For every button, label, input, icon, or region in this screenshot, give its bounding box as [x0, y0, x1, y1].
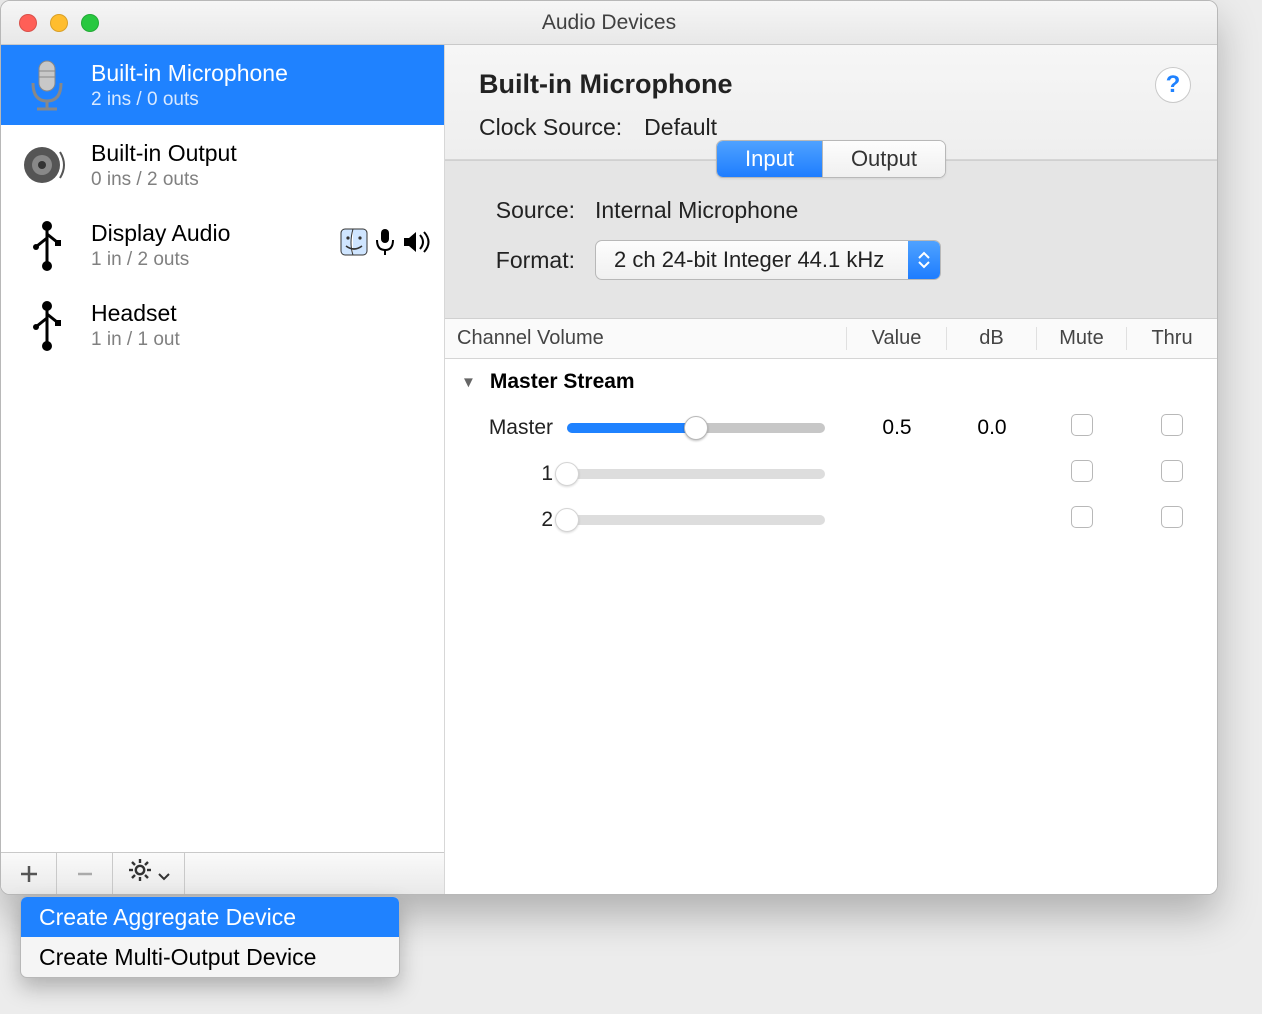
- add-device-popup-menu: Create Aggregate Device Create Multi-Out…: [20, 896, 400, 978]
- add-device-button[interactable]: [1, 853, 57, 894]
- volume-slider-ch2[interactable]: [567, 515, 825, 525]
- help-button[interactable]: ?: [1155, 67, 1191, 103]
- tab-output[interactable]: Output: [822, 141, 945, 177]
- device-detail-panel: Built-in Microphone Clock Source: Defaul…: [445, 45, 1217, 894]
- input-settings: Source: Internal Microphone Format: 2 ch…: [445, 161, 1217, 319]
- volume-value: 0.5: [847, 416, 947, 440]
- thru-checkbox-ch2[interactable]: [1161, 506, 1183, 528]
- header-thru[interactable]: Thru: [1127, 327, 1217, 350]
- device-name: Headset: [91, 300, 430, 327]
- device-item-built-in-output[interactable]: Built-in Output 0 ins / 2 outs: [1, 125, 444, 205]
- usb-icon: [19, 217, 75, 273]
- device-item-built-in-microphone[interactable]: Built-in Microphone 2 ins / 0 outs: [1, 45, 444, 125]
- speaker-icon: [19, 137, 75, 193]
- thru-checkbox-master[interactable]: [1161, 414, 1183, 436]
- stream-name: Master Stream: [490, 370, 635, 394]
- device-io-summary: 1 in / 1 out: [91, 329, 430, 351]
- detail-title: Built-in Microphone: [479, 69, 1189, 100]
- mute-checkbox-master[interactable]: [1071, 414, 1093, 436]
- header-value[interactable]: Value: [847, 327, 947, 350]
- source-value: Internal Microphone: [595, 197, 798, 224]
- channel-volume-table: Channel Volume Value dB Mute Thru ▼ Mast…: [445, 319, 1217, 894]
- clock-source-value: Default: [644, 114, 717, 141]
- menu-item-create-aggregate-device[interactable]: Create Aggregate Device: [21, 897, 399, 937]
- sidebar-footer: [1, 852, 444, 894]
- disclosure-triangle-icon[interactable]: ▼: [461, 374, 476, 391]
- device-io-summary: 0 ins / 2 outs: [91, 169, 430, 191]
- channel-row-2: 2: [445, 497, 1217, 543]
- channel-row-1: 1: [445, 451, 1217, 497]
- speaker-badge-icon: [402, 230, 430, 260]
- device-name: Display Audio: [91, 220, 324, 247]
- mute-checkbox-ch1[interactable]: [1071, 460, 1093, 482]
- help-icon: ?: [1166, 71, 1181, 99]
- channel-label: 2: [457, 508, 553, 532]
- volume-db: 0.0: [947, 416, 1037, 440]
- channel-label: Master: [457, 416, 553, 440]
- stepper-arrows-icon: [908, 241, 940, 279]
- audio-devices-window: Audio Devices: [0, 0, 1218, 895]
- microphone-icon: [19, 57, 75, 113]
- menu-item-create-multi-output-device[interactable]: Create Multi-Output Device: [21, 937, 399, 977]
- table-header-row: Channel Volume Value dB Mute Thru: [445, 319, 1217, 359]
- finder-badge-icon: [340, 228, 368, 262]
- mute-checkbox-ch2[interactable]: [1071, 506, 1093, 528]
- gear-icon: [128, 858, 152, 889]
- thru-checkbox-ch1[interactable]: [1161, 460, 1183, 482]
- window-title: Audio Devices: [1, 11, 1217, 35]
- device-name: Built-in Output: [91, 140, 430, 167]
- format-select[interactable]: 2 ch 24-bit Integer 44.1 kHz: [595, 240, 941, 280]
- volume-slider-ch1[interactable]: [567, 469, 825, 479]
- remove-device-button[interactable]: [57, 853, 113, 894]
- format-value: 2 ch 24-bit Integer 44.1 kHz: [614, 247, 894, 273]
- device-io-summary: 1 in / 2 outs: [91, 249, 324, 271]
- device-item-headset[interactable]: Headset 1 in / 1 out: [1, 285, 444, 365]
- channel-row-master: Master 0.5 0.0: [445, 405, 1217, 451]
- device-actions-menu-button[interactable]: [113, 853, 185, 894]
- device-io-summary: 2 ins / 0 outs: [91, 89, 430, 111]
- volume-slider-master[interactable]: [567, 423, 825, 433]
- usb-icon: [19, 297, 75, 353]
- device-list: Built-in Microphone 2 ins / 0 outs: [1, 45, 444, 852]
- header-mute[interactable]: Mute: [1037, 327, 1127, 350]
- header-db[interactable]: dB: [947, 327, 1037, 350]
- tab-input[interactable]: Input: [717, 141, 822, 177]
- header-channel[interactable]: Channel Volume: [445, 327, 847, 350]
- chevron-down-icon: [158, 860, 170, 888]
- stream-header-row[interactable]: ▼ Master Stream: [445, 359, 1217, 405]
- device-item-display-audio[interactable]: Display Audio 1 in / 2 outs: [1, 205, 444, 285]
- device-name: Built-in Microphone: [91, 60, 430, 87]
- channel-label: 1: [457, 462, 553, 486]
- io-segmented-control: Input Output: [716, 140, 946, 178]
- clock-source-label: Clock Source:: [479, 114, 622, 141]
- format-label: Format:: [475, 247, 575, 274]
- device-sidebar: Built-in Microphone 2 ins / 0 outs: [1, 45, 445, 894]
- source-label: Source:: [475, 197, 575, 224]
- titlebar: Audio Devices: [1, 1, 1217, 45]
- microphone-badge-icon: [374, 228, 396, 262]
